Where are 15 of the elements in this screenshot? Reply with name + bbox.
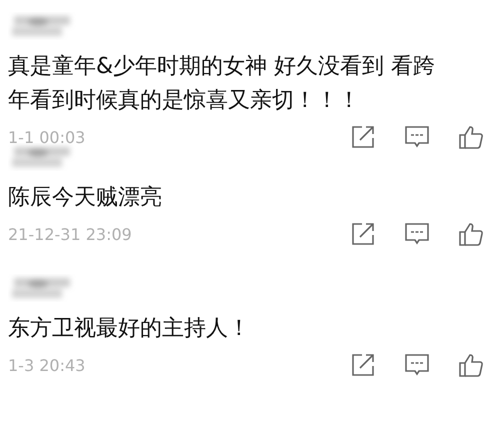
- share-icon[interactable]: [350, 124, 376, 150]
- comment-time: 1-1 00:03: [8, 128, 86, 146]
- share-icon[interactable]: [350, 221, 376, 247]
- comment-time: 1-3 20:43: [8, 356, 86, 374]
- thumbs-up-icon[interactable]: [458, 221, 484, 247]
- thumbs-up-icon[interactable]: [458, 352, 484, 378]
- comment-icon[interactable]: [404, 221, 430, 247]
- comment-time: 21-12-31 23:09: [8, 224, 133, 244]
- comment-text: 真是童年&少年时期的女神 好久没看到 看跨年看到时候真的是惊喜又亲切！！！: [8, 53, 436, 115]
- thumbs-up-icon[interactable]: [458, 124, 484, 150]
- comment-icon[interactable]: [404, 124, 430, 150]
- comment-text: 陈辰今天贼漂亮: [8, 184, 163, 212]
- share-icon[interactable]: [350, 352, 376, 378]
- comment-text: 东方卫视最好的主持人！: [8, 315, 251, 343]
- comment-icon[interactable]: [404, 352, 430, 378]
